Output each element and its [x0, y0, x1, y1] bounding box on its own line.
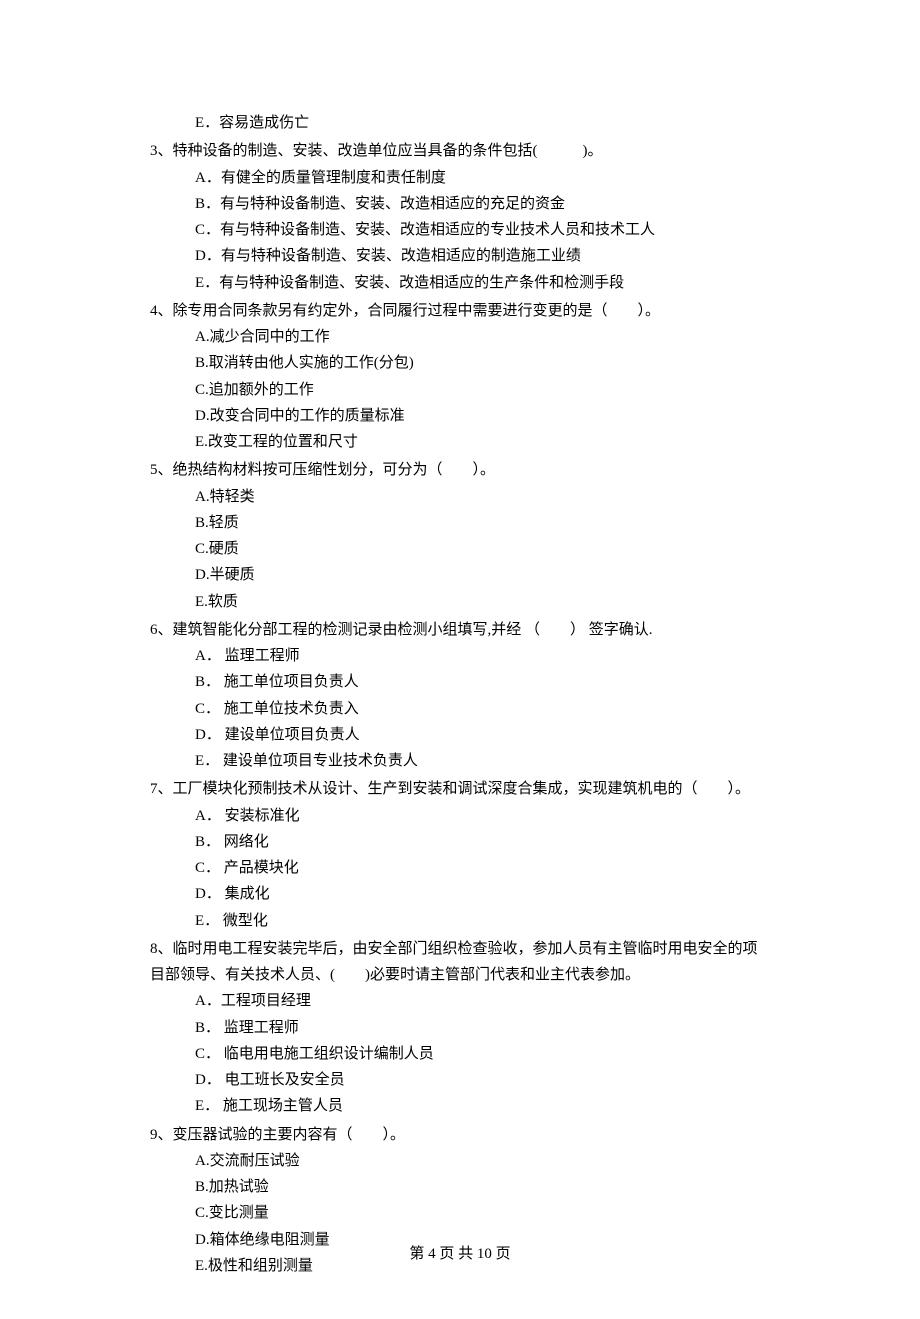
option-a: A.交流耐压试验: [195, 1148, 770, 1174]
question-5: 5、绝热结构材料按可压缩性划分，可分为（ ）。 A.特轻类 B.轻质 C.硬质 …: [150, 457, 770, 615]
question-7: 7、工厂模块化预制技术从设计、生产到安装和调试深度合集成，实现建筑机电的（ ）。…: [150, 776, 770, 934]
option-e: E． 微型化: [195, 908, 770, 934]
option-e: E.改变工程的位置和尺寸: [195, 429, 770, 455]
option-e: E． 施工现场主管人员: [195, 1093, 770, 1119]
document-content: E．容易造成伤亡 3、特种设备的制造、安装、改造单位应当具备的条件包括( )。 …: [0, 0, 920, 1319]
question-options: A． 安装标准化 B． 网络化 C． 产品模块化 D． 集成化 E． 微型化: [150, 803, 770, 934]
option-b: B． 网络化: [195, 829, 770, 855]
page-number: 第 4 页 共 10 页: [409, 1246, 510, 1262]
question-stem: 3、特种设备的制造、安装、改造单位应当具备的条件包括( )。: [150, 138, 770, 164]
question-4: 4、除专用合同条款另有约定外，合同履行过程中需要进行变更的是（ ）。 A.减少合…: [150, 298, 770, 456]
option-a: A.减少合同中的工作: [195, 324, 770, 350]
option-text: E．容易造成伤亡: [195, 115, 309, 131]
question-stem: 6、建筑智能化分部工程的检测记录由检测小组填写,并经 （ ） 签字确认.: [150, 617, 770, 643]
option-c: C． 产品模块化: [195, 855, 770, 881]
question-options: A． 监理工程师 B． 施工单位项目负责人 C． 施工单位技术负责入 D． 建设…: [150, 643, 770, 774]
option-a: A． 监理工程师: [195, 643, 770, 669]
option-e: E． 建设单位项目专业技术负责人: [195, 748, 770, 774]
option-e: E.软质: [195, 589, 770, 615]
option-d: D． 电工班长及安全员: [195, 1067, 770, 1093]
option-c: C．有与特种设备制造、安装、改造相适应的专业技术人员和技术工人: [195, 217, 770, 243]
option-e: E．有与特种设备制造、安装、改造相适应的生产条件和检测手段: [195, 270, 770, 296]
question-6: 6、建筑智能化分部工程的检测记录由检测小组填写,并经 （ ） 签字确认. A． …: [150, 617, 770, 775]
option-d: D． 建设单位项目负责人: [195, 722, 770, 748]
option-d: D．有与特种设备制造、安装、改造相适应的制造施工业绩: [195, 243, 770, 269]
option-b: B.轻质: [195, 510, 770, 536]
option-a: A．有健全的质量管理制度和责任制度: [195, 165, 770, 191]
question-options: A．有健全的质量管理制度和责任制度 B．有与特种设备制造、安装、改造相适应的充足…: [150, 165, 770, 296]
question-stem: 5、绝热结构材料按可压缩性划分，可分为（ ）。: [150, 457, 770, 483]
option-d: D.改变合同中的工作的质量标准: [195, 403, 770, 429]
option-b: B.加热试验: [195, 1174, 770, 1200]
option-c: C.追加额外的工作: [195, 377, 770, 403]
option-a: A． 安装标准化: [195, 803, 770, 829]
question-options: A.减少合同中的工作 B.取消转由他人实施的工作(分包) C.追加额外的工作 D…: [150, 324, 770, 455]
question-stem: 4、除专用合同条款另有约定外，合同履行过程中需要进行变更的是（ ）。: [150, 298, 770, 324]
option-c: C． 临电用电施工组织设计编制人员: [195, 1041, 770, 1067]
option-c: C． 施工单位技术负责入: [195, 696, 770, 722]
option-a: A．工程项目经理: [195, 988, 770, 1014]
option-b: B．有与特种设备制造、安装、改造相适应的充足的资金: [195, 191, 770, 217]
question-options: A.特轻类 B.轻质 C.硬质 D.半硬质 E.软质: [150, 484, 770, 615]
question-3: 3、特种设备的制造、安装、改造单位应当具备的条件包括( )。 A．有健全的质量管…: [150, 138, 770, 296]
option-d: D.半硬质: [195, 562, 770, 588]
option-b: B． 监理工程师: [195, 1015, 770, 1041]
option-b: B.取消转由他人实施的工作(分包): [195, 350, 770, 376]
question-stem: 8、临时用电工程安装完毕后，由安全部门组织检查验收，参加人员有主管临时用电安全的…: [150, 936, 770, 989]
orphan-option-e: E．容易造成伤亡: [150, 110, 770, 136]
question-stem: 9、变压器试验的主要内容有（ ）。: [150, 1122, 770, 1148]
option-d: D． 集成化: [195, 881, 770, 907]
option-a: A.特轻类: [195, 484, 770, 510]
option-c: C.硬质: [195, 536, 770, 562]
option-b: B． 施工单位项目负责人: [195, 669, 770, 695]
question-8: 8、临时用电工程安装完毕后，由安全部门组织检查验收，参加人员有主管临时用电安全的…: [150, 936, 770, 1120]
page-footer: 第 4 页 共 10 页: [0, 1241, 920, 1267]
question-stem: 7、工厂模块化预制技术从设计、生产到安装和调试深度合集成，实现建筑机电的（ ）。: [150, 776, 770, 802]
option-c: C.变比测量: [195, 1200, 770, 1226]
question-options: A．工程项目经理 B． 监理工程师 C． 临电用电施工组织设计编制人员 D． 电…: [150, 988, 770, 1119]
